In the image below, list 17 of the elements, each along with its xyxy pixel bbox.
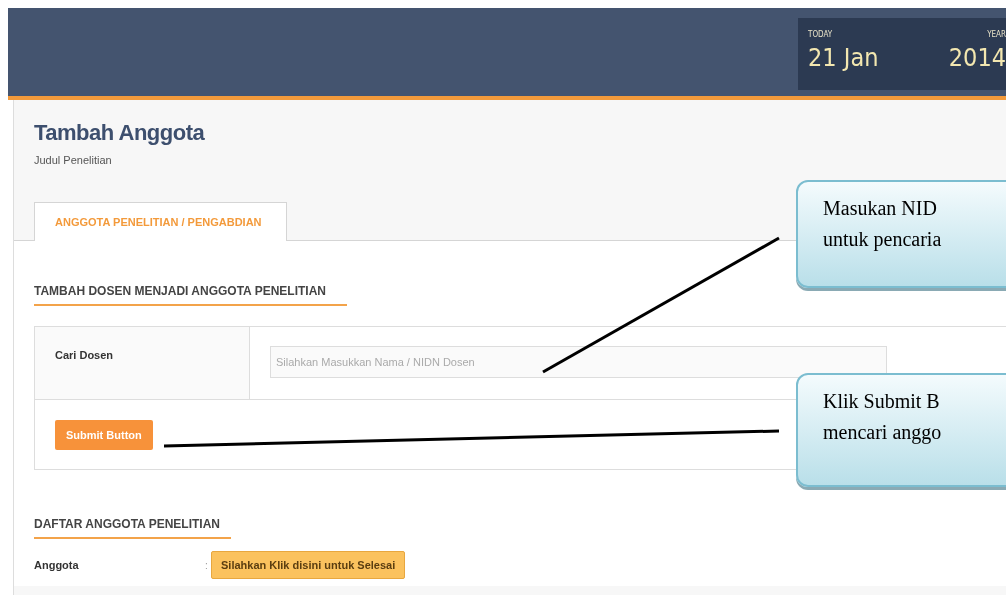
submit-button[interactable]: Submit Button: [55, 420, 153, 450]
today-label: TODAY: [808, 30, 833, 39]
tab[interactable]: ANGGOTA PENELITIAN / PENGABDIAN: [34, 202, 287, 241]
year-label: YEAR: [987, 30, 1006, 39]
page-subtitle: Judul Penelitian: [34, 154, 113, 166]
member-label: Anggota: [34, 559, 80, 571]
year-value: 2014: [948, 43, 1006, 72]
finish-button[interactable]: Silahkan Klik disini untuk Selesai: [211, 551, 406, 579]
section-heading: TAMBAH DOSEN MENJADI ANGGOTA PENELITIAN: [34, 284, 347, 306]
section-heading: DAFTAR ANGGOTA PENELITIAN: [34, 517, 231, 539]
colon-separator: :: [205, 559, 209, 571]
search-field[interactable]: Silahkan Masukkan Nama / NIDN Dosen: [270, 346, 887, 378]
today-date: 21 Jan: [808, 43, 879, 72]
callout-note: Klik Submit B mencari anggo: [796, 373, 1006, 487]
field-label: Cari Dosen: [35, 327, 250, 399]
page-title: Tambah Anggota: [34, 120, 206, 146]
callout-note: Masukan NID untuk pencaria: [796, 180, 1006, 288]
